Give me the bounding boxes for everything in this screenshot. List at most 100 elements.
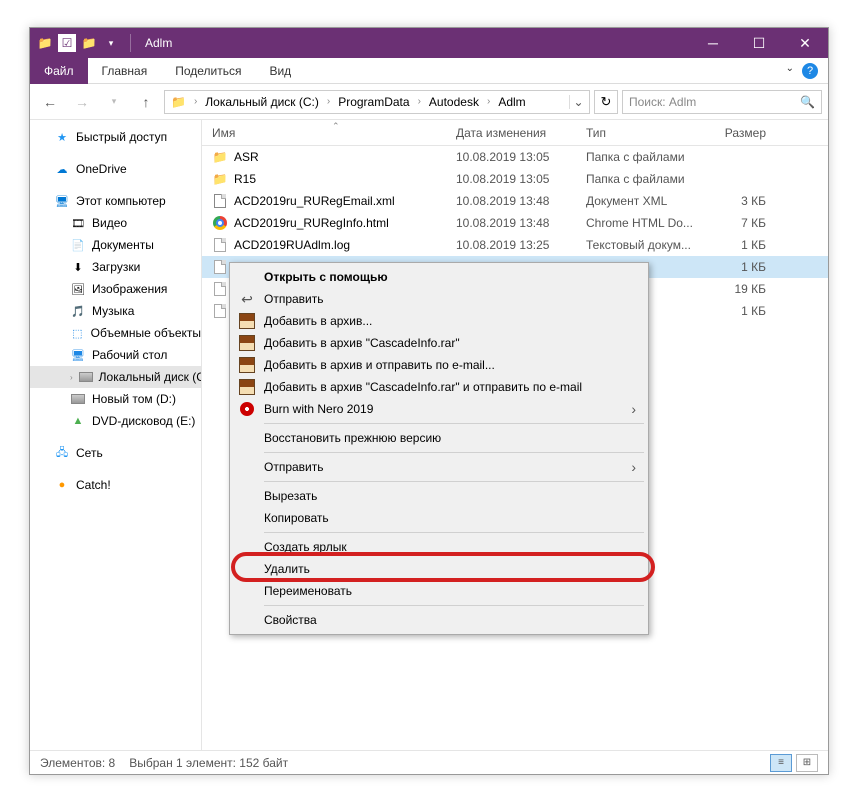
sidebar-desktop[interactable]: 🖥Рабочий стол — [30, 344, 201, 366]
file-name: ASR — [234, 150, 259, 164]
sidebar-documents[interactable]: 📄Документы — [30, 234, 201, 256]
window-title: Adlm — [141, 36, 172, 50]
disk-icon — [79, 372, 93, 382]
col-name[interactable]: Имя — [202, 126, 456, 140]
sidebar-video[interactable]: 🎞Видео — [30, 212, 201, 234]
address-bar[interactable]: 📁 › Локальный диск (C:) › ProgramData › … — [164, 90, 590, 114]
address-dropdown[interactable]: ⌄ — [569, 95, 587, 109]
xml-icon — [212, 193, 228, 209]
sidebar-music[interactable]: 🎵Музыка — [30, 300, 201, 322]
cm-send[interactable]: ↪Отправить — [232, 288, 646, 310]
pictures-icon: 🖼 — [70, 281, 86, 297]
sidebar-diskd[interactable]: Новый том (D:) — [30, 388, 201, 410]
cm-cut[interactable]: Вырезать — [232, 485, 646, 507]
chevron-icon[interactable]: › — [485, 96, 492, 107]
file-type: Chrome HTML Do... — [586, 216, 716, 230]
forward-button[interactable]: → — [68, 88, 96, 116]
chevron-icon[interactable]: › — [416, 96, 423, 107]
checkbox-icon[interactable]: ☑ — [58, 34, 76, 52]
file-type: Текстовый докум... — [586, 238, 716, 252]
chevron-icon[interactable]: › — [325, 96, 332, 107]
sidebar-network[interactable]: 🖧Сеть — [30, 442, 201, 464]
column-headers: Имя Дата изменения Тип Размер — [202, 120, 828, 146]
nero-icon — [238, 400, 256, 418]
sidebar-diskc[interactable]: ›Локальный диск (C:) — [30, 366, 201, 388]
cloud-icon: ☁ — [54, 161, 70, 177]
close-button[interactable]: ✕ — [782, 28, 828, 58]
help-icon[interactable]: ? — [802, 63, 818, 79]
sidebar-dvd[interactable]: ▲DVD-дисковод (E:) — [30, 410, 201, 432]
table-row[interactable]: ACD2019ru_RURegInfo.html10.08.2019 13:48… — [202, 212, 828, 234]
back-button[interactable]: ← — [36, 88, 64, 116]
cm-archive-email[interactable]: Добавить в архив и отправить по e-mail..… — [232, 354, 646, 376]
cm-archive-email-named[interactable]: Добавить в архив "CascadeInfo.rar" и отп… — [232, 376, 646, 398]
table-row[interactable]: ACD2019RUAdlm.log10.08.2019 13:25Текстов… — [202, 234, 828, 256]
expand-icon[interactable]: › — [70, 373, 73, 382]
up-button[interactable]: ↑ — [132, 88, 160, 116]
cm-open-with[interactable]: Открыть с помощью — [232, 266, 646, 288]
table-row[interactable]: ACD2019ru_RURegEmail.xml10.08.2019 13:48… — [202, 190, 828, 212]
ribbon: Файл Главная Поделиться Вид ⌄ ? — [30, 58, 828, 84]
tab-file[interactable]: Файл — [30, 58, 88, 84]
tab-share[interactable]: Поделиться — [161, 58, 255, 84]
cm-rename[interactable]: Переименовать — [232, 580, 646, 602]
cm-copy[interactable]: Копировать — [232, 507, 646, 529]
recent-dropdown[interactable]: ▾ — [100, 88, 128, 116]
cm-add-archive-named[interactable]: Добавить в архив "CascadeInfo.rar" — [232, 332, 646, 354]
col-date[interactable]: Дата изменения — [456, 126, 586, 140]
file-size: 1 КБ — [716, 260, 776, 274]
refresh-button[interactable]: ↻ — [594, 90, 618, 114]
separator — [264, 423, 644, 424]
view-details-button[interactable]: ≡ — [770, 754, 792, 772]
tab-home[interactable]: Главная — [88, 58, 162, 84]
documents-icon: 📄 — [70, 237, 86, 253]
overflow-icon[interactable]: ▾ — [102, 34, 120, 52]
file-type: Папка с файлами — [586, 172, 716, 186]
cm-nero[interactable]: Burn with Nero 2019 — [232, 398, 646, 420]
sidebar-3dobjects[interactable]: ⬚Объемные объекты — [30, 322, 201, 344]
file-size: 1 КБ — [716, 304, 776, 318]
cm-add-archive[interactable]: Добавить в архив... — [232, 310, 646, 332]
rar-icon — [238, 312, 256, 330]
tab-view[interactable]: Вид — [255, 58, 305, 84]
col-size[interactable]: Размер — [716, 126, 776, 140]
search-icon[interactable]: 🔍 — [800, 95, 815, 109]
sidebar-pictures[interactable]: 🖼Изображения — [30, 278, 201, 300]
cm-delete[interactable]: Удалить — [232, 558, 646, 580]
folder2-icon: 📁 — [80, 34, 98, 52]
cm-sendto[interactable]: Отправить — [232, 456, 646, 478]
chevron-icon[interactable]: › — [192, 96, 199, 107]
sidebar-thispc[interactable]: 🖥Этот компьютер — [30, 190, 201, 212]
cm-properties[interactable]: Свойства — [232, 609, 646, 631]
file-size: 1 КБ — [716, 238, 776, 252]
view-icons-button[interactable]: ⊞ — [796, 754, 818, 772]
folder-icon: 📁 — [36, 34, 54, 52]
table-row[interactable]: 📁ASR10.08.2019 13:05Папка с файлами — [202, 146, 828, 168]
ribbon-expand-icon[interactable]: ⌄ — [786, 63, 794, 79]
file-name: ACD2019ru_RURegInfo.html — [234, 216, 389, 230]
crumb-3[interactable]: Adlm — [494, 95, 529, 109]
search-input[interactable]: Поиск: Adlm 🔍 — [622, 90, 822, 114]
titlebar[interactable]: 📁 ☑ 📁 ▾ Adlm ─ ☐ ✕ — [30, 28, 828, 58]
minimize-button[interactable]: ─ — [690, 28, 736, 58]
desktop-icon: 🖥 — [70, 347, 86, 363]
sidebar-downloads[interactable]: ⬇Загрузки — [30, 256, 201, 278]
crumb-0[interactable]: Локальный диск (C:) — [201, 95, 323, 109]
file-type: Папка с файлами — [586, 150, 716, 164]
file-name: ACD2019ru_RURegEmail.xml — [234, 194, 395, 208]
crumb-1[interactable]: ProgramData — [334, 95, 413, 109]
file-name: ACD2019RUAdlm.log — [234, 238, 350, 252]
col-type[interactable]: Тип — [586, 126, 716, 140]
cm-shortcut[interactable]: Создать ярлык — [232, 536, 646, 558]
table-row[interactable]: 📁R1510.08.2019 13:05Папка с файлами — [202, 168, 828, 190]
cm-restore[interactable]: Восстановить прежнюю версию — [232, 427, 646, 449]
sidebar-catch[interactable]: ●Catch! — [30, 474, 201, 496]
maximize-button[interactable]: ☐ — [736, 28, 782, 58]
file-icon — [212, 237, 228, 253]
rar-icon — [238, 356, 256, 374]
sidebar-quick-access[interactable]: ★Быстрый доступ — [30, 126, 201, 148]
crumb-2[interactable]: Autodesk — [425, 95, 483, 109]
status-count: Элементов: 8 — [40, 756, 115, 770]
music-icon: 🎵 — [70, 303, 86, 319]
sidebar-onedrive[interactable]: ☁OneDrive — [30, 158, 201, 180]
